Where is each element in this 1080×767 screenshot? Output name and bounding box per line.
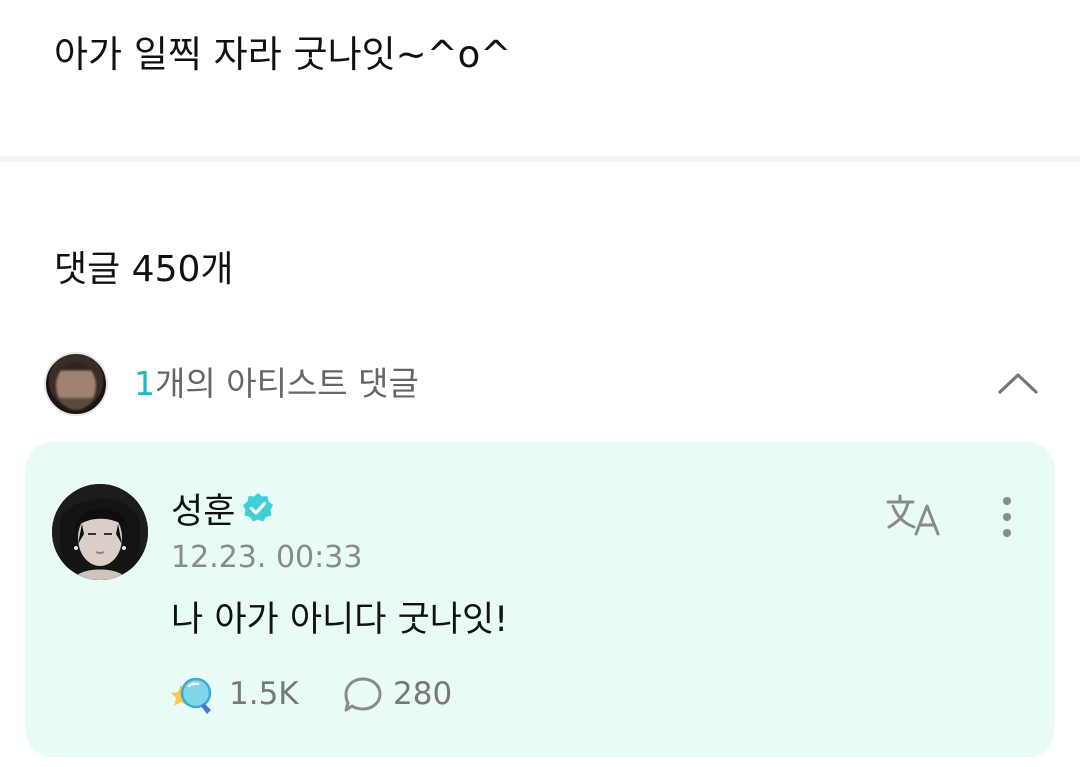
comment-text: 나 아가 아니다 굿나잇! <box>171 600 509 640</box>
artist-comments-text: 개의 아티스트 댓글 <box>155 364 419 403</box>
artist-avatar-thumbnail <box>44 352 108 416</box>
comment-author[interactable]: 성훈 <box>171 490 235 534</box>
artist-comment-card: 성훈 12.23. 00:33 나 아가 아니다 굿나잇! 1.5K 280 <box>26 442 1054 757</box>
post-detail-screen: 아가 일찍 자라 굿나잇~^o^ 댓글 450개 1개의 아티스트 댓글 성훈 … <box>0 0 1080 767</box>
verified-badge-icon <box>242 492 274 524</box>
avatar[interactable] <box>52 484 148 580</box>
comment-count: 댓글 450개 <box>54 249 234 290</box>
chevron-up-icon[interactable] <box>996 362 1040 406</box>
artist-comments-toggle-row[interactable]: 1개의 아티스트 댓글 <box>40 348 1040 420</box>
artist-comment-count: 1 <box>134 364 155 403</box>
post-text: 아가 일찍 자라 굿나잇~^o^ <box>54 33 512 76</box>
section-divider <box>0 156 1080 162</box>
reply-bubble-icon[interactable] <box>343 676 383 714</box>
comment-timestamp: 12.23. 00:33 <box>171 540 363 575</box>
like-reaction-icon[interactable] <box>171 674 215 716</box>
artist-comments-label: 1개의 아티스트 댓글 <box>134 362 419 406</box>
reply-count: 280 <box>393 676 453 712</box>
translate-icon[interactable] <box>886 492 944 538</box>
like-count: 1.5K <box>229 676 299 712</box>
more-vertical-icon[interactable] <box>992 494 1022 540</box>
